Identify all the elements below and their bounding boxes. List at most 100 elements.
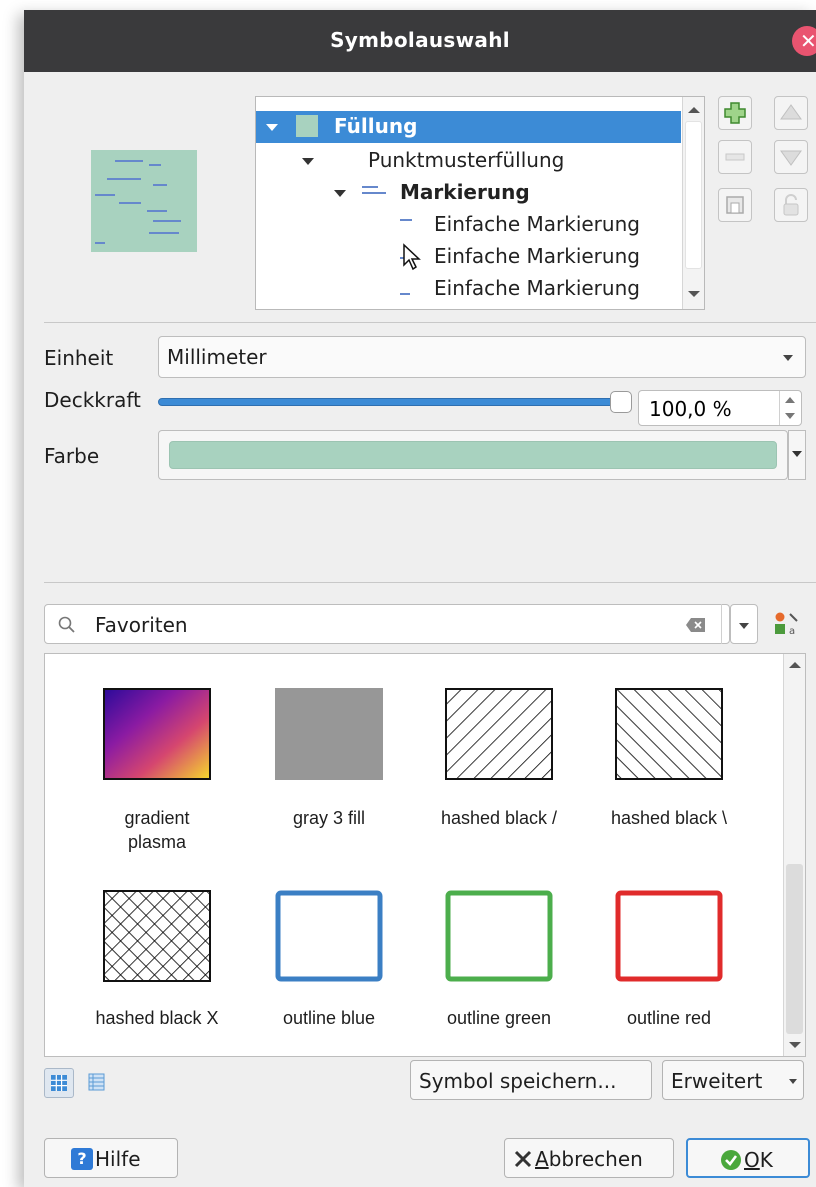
outline-blue-swatch [275,890,383,982]
symbol-label: hashed black X [95,1008,219,1028]
tree-item-marker[interactable]: Markierung [256,177,681,209]
symbol-grid-scrollbar[interactable] [783,654,805,1056]
move-layer-up-button[interactable] [774,96,808,130]
search-icon [58,616,75,633]
symbol-label: gradient [124,808,190,828]
help-label: Hilfe [95,1147,141,1171]
search-value: Favoriten [95,613,188,637]
close-button[interactable]: ✕ [792,26,816,56]
symbol-preview [91,150,197,252]
symbol-label: outline blue [282,1008,376,1028]
tree-item-fill[interactable]: Füllung [256,111,681,143]
chevron-down-icon [792,451,802,457]
advanced-menu-button[interactable]: Erweitert [662,1060,804,1100]
symbol-label: plasma [127,832,187,852]
hashed-forward-swatch [445,688,553,780]
help-button[interactable]: ? Hilfe [44,1138,178,1178]
opacity-slider-handle[interactable] [610,391,632,413]
symbol-label: hashed black \ [610,808,728,828]
favorites-dropdown-button[interactable] [730,604,758,644]
list-view-icon [88,1073,105,1091]
close-icon: ✕ [800,29,816,53]
chevron-down-icon [789,1079,797,1084]
tree-item-label: Einfache Markierung [434,244,640,268]
icon-view-button[interactable] [44,1068,74,1098]
opacity-spinbox[interactable]: 100,0 % [638,390,802,426]
advanced-label: Erweitert [671,1069,763,1093]
scroll-thumb[interactable] [685,121,702,269]
cancel-button[interactable]: Abbrechen [504,1138,674,1178]
svg-text:a: a [789,626,795,637]
tree-item-simple-marker-1[interactable]: Einfache Markierung [256,209,681,241]
tree-scrollbar[interactable] [682,97,704,309]
divider [44,322,816,323]
gray-fill-swatch [275,688,383,780]
list-view-button[interactable] [82,1068,112,1098]
arrow-up-icon [780,104,802,120]
style-manager-icon[interactable]: a [772,610,800,638]
tree-item-label: Füllung [334,114,418,138]
tree-item-label: Punktmusterfüllung [368,148,565,172]
opacity-label: Deckkraft [44,388,141,412]
simple-marker-icon [400,293,410,295]
scroll-down-icon[interactable] [688,291,700,297]
tree-item-simple-marker-2[interactable]: Einfache Markierung [256,241,681,273]
ok-button[interactable]: OK [686,1138,810,1178]
cancel-label: bbrechen [548,1147,643,1171]
add-layer-button[interactable] [718,96,752,130]
ok-label: K [759,1148,773,1172]
unit-label: Einheit [44,346,114,370]
fill-layer-icon [296,115,318,137]
divider [44,582,816,583]
plus-icon [724,102,746,124]
remove-layer-button[interactable] [718,140,752,174]
minus-icon [725,153,745,161]
save-symbol-button[interactable]: Symbol speichern... [410,1060,652,1100]
chevron-down-icon [783,355,793,361]
tree-item-label: Markierung [400,180,530,204]
color-swatch [169,441,777,469]
symbol-label: hashed black / [440,808,558,828]
outline-green-swatch [445,890,553,982]
hashed-backward-swatch [615,688,723,780]
help-icon: ? [71,1148,93,1170]
lock-layer-button[interactable] [774,188,808,222]
lock-icon [783,194,799,216]
chevron-down-icon[interactable] [334,190,346,197]
arrow-down-icon [780,150,802,166]
spin-down-icon[interactable] [785,413,795,419]
symbol-layer-tree: Füllung Punktmusterfüllung Markierung Ei… [255,96,705,310]
move-layer-down-button[interactable] [774,140,808,174]
symbol-label: outline red [626,1008,712,1028]
scroll-down-icon[interactable] [789,1042,801,1048]
dialog-title: Symbolauswahl [330,28,510,52]
clear-icon[interactable] [685,616,707,634]
symbol-library-grid: gradient plasma gray 3 fill hashed black… [44,653,806,1057]
symbol-label: gray 3 fill [292,808,366,828]
color-label: Farbe [44,444,100,468]
opacity-slider[interactable] [158,398,618,406]
duplicate-layer-button[interactable] [718,188,752,222]
color-button[interactable] [158,430,788,480]
tree-item-simple-marker-3[interactable]: Einfache Markierung [256,273,681,305]
outline-red-swatch [615,890,723,982]
spin-up-icon[interactable] [785,397,795,403]
grid-view-icon [51,1075,67,1091]
scroll-thumb[interactable] [786,864,803,1034]
scroll-up-icon[interactable] [688,107,700,113]
unit-select[interactable]: Millimeter [158,336,806,378]
opacity-value: 100,0 % [649,397,732,421]
color-menu-button[interactable] [788,430,806,480]
symbol-selector-dialog: Symbolauswahl ✕ Füllung Punktmusterfüllu… [24,10,816,1187]
symbol-label: outline green [446,1008,552,1028]
checkmark-icon [721,1150,741,1170]
hashed-x-swatch [103,890,211,982]
scroll-up-icon[interactable] [789,662,801,668]
symbol-search-input[interactable]: Favoriten [44,604,730,644]
tree-item-point-pattern-fill[interactable]: Punktmusterfüllung [256,145,681,177]
chevron-down-icon [739,623,749,629]
chevron-down-icon[interactable] [266,124,278,131]
cancel-mnemonic: A [535,1147,549,1171]
unit-value: Millimeter [167,345,267,369]
chevron-down-icon[interactable] [302,158,314,165]
